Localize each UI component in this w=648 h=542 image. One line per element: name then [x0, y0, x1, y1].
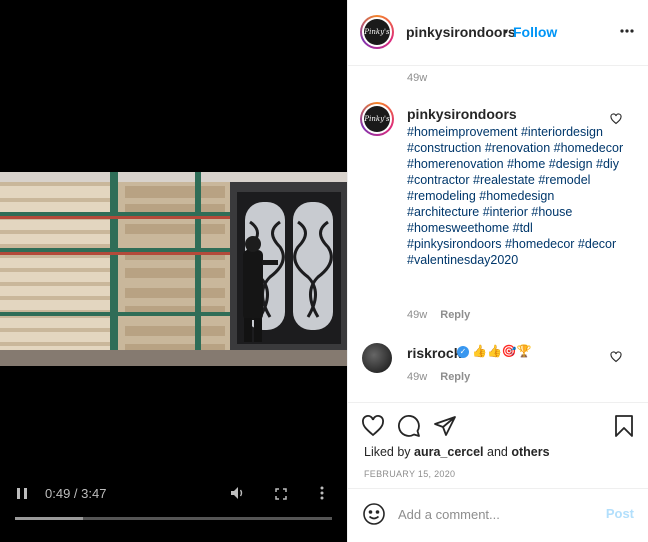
comment-username[interactable]: riskrock — [407, 345, 461, 361]
separator-dot: • — [503, 23, 508, 39]
liked-by-user[interactable]: aura_cercel — [414, 445, 484, 459]
comment-meta: 49w Reply — [407, 371, 470, 383]
emoji-icon[interactable] — [362, 502, 386, 526]
bookmark-icon[interactable] — [612, 414, 636, 438]
add-comment-bar: Post — [347, 488, 648, 542]
commenter-avatar[interactable] — [362, 343, 392, 373]
comment-text: 👍👍🎯🏆 — [472, 344, 532, 358]
caption-reply-button[interactable]: Reply — [440, 309, 470, 321]
liked-by-prefix: Liked by — [364, 445, 415, 459]
more-horizontal-icon[interactable] — [620, 20, 634, 38]
comments-section: 49w Pinky's pinkysirondoors #homeimprove… — [347, 66, 648, 402]
liked-by-text: Liked by aura_cercel and others — [364, 445, 550, 459]
video-progress-fill — [15, 517, 84, 520]
verified-icon: ✓ — [457, 346, 469, 358]
video-time: 0:49 / 3:47 — [45, 486, 107, 501]
liked-by-others[interactable]: others — [511, 445, 549, 459]
liked-by-suffix: and — [483, 445, 512, 459]
post-actions: Liked by aura_cercel and others FEBRUARY… — [347, 402, 648, 488]
top-comment-age: 49w — [407, 72, 428, 84]
comment-item: riskrock ✓ 👍👍🎯🏆 49w Reply — [348, 341, 648, 391]
video-progress-bar[interactable] — [15, 517, 332, 520]
comment-reply-button[interactable]: Reply — [440, 371, 470, 383]
volume-icon[interactable] — [230, 486, 246, 503]
share-icon[interactable] — [433, 414, 457, 438]
post-button[interactable]: Post — [606, 506, 634, 521]
caption-username[interactable]: pinkysirondoors — [407, 106, 517, 122]
comment-age: 49w — [407, 371, 428, 383]
video-frame[interactable] — [0, 172, 347, 366]
fullscreen-icon[interactable] — [275, 488, 287, 500]
profile-avatar[interactable]: Pinky's — [360, 15, 394, 49]
more-vertical-icon[interactable] — [320, 486, 324, 503]
heart-icon[interactable] — [610, 112, 622, 125]
comment-input[interactable] — [398, 503, 598, 525]
caption-age: 49w — [407, 309, 428, 321]
heart-icon[interactable] — [361, 414, 385, 438]
pause-icon[interactable] — [17, 488, 29, 500]
header-username[interactable]: pinkysirondoors — [406, 24, 516, 40]
video-thumbnail-image — [0, 172, 347, 366]
video-player[interactable]: 0:49 / 3:47 — [0, 0, 347, 542]
post-date[interactable]: FEBRUARY 15, 2020 — [364, 469, 455, 479]
comment-icon[interactable] — [397, 414, 421, 438]
post-header: Pinky's pinkysirondoors • Follow — [347, 0, 648, 66]
caption-avatar[interactable]: Pinky's — [360, 102, 394, 136]
caption-hashtags[interactable]: #homeimprovement #interiordesign #constr… — [407, 124, 627, 268]
follow-button[interactable]: Follow — [513, 24, 557, 40]
heart-icon[interactable] — [610, 350, 622, 363]
caption-meta: 49w Reply — [407, 309, 470, 321]
